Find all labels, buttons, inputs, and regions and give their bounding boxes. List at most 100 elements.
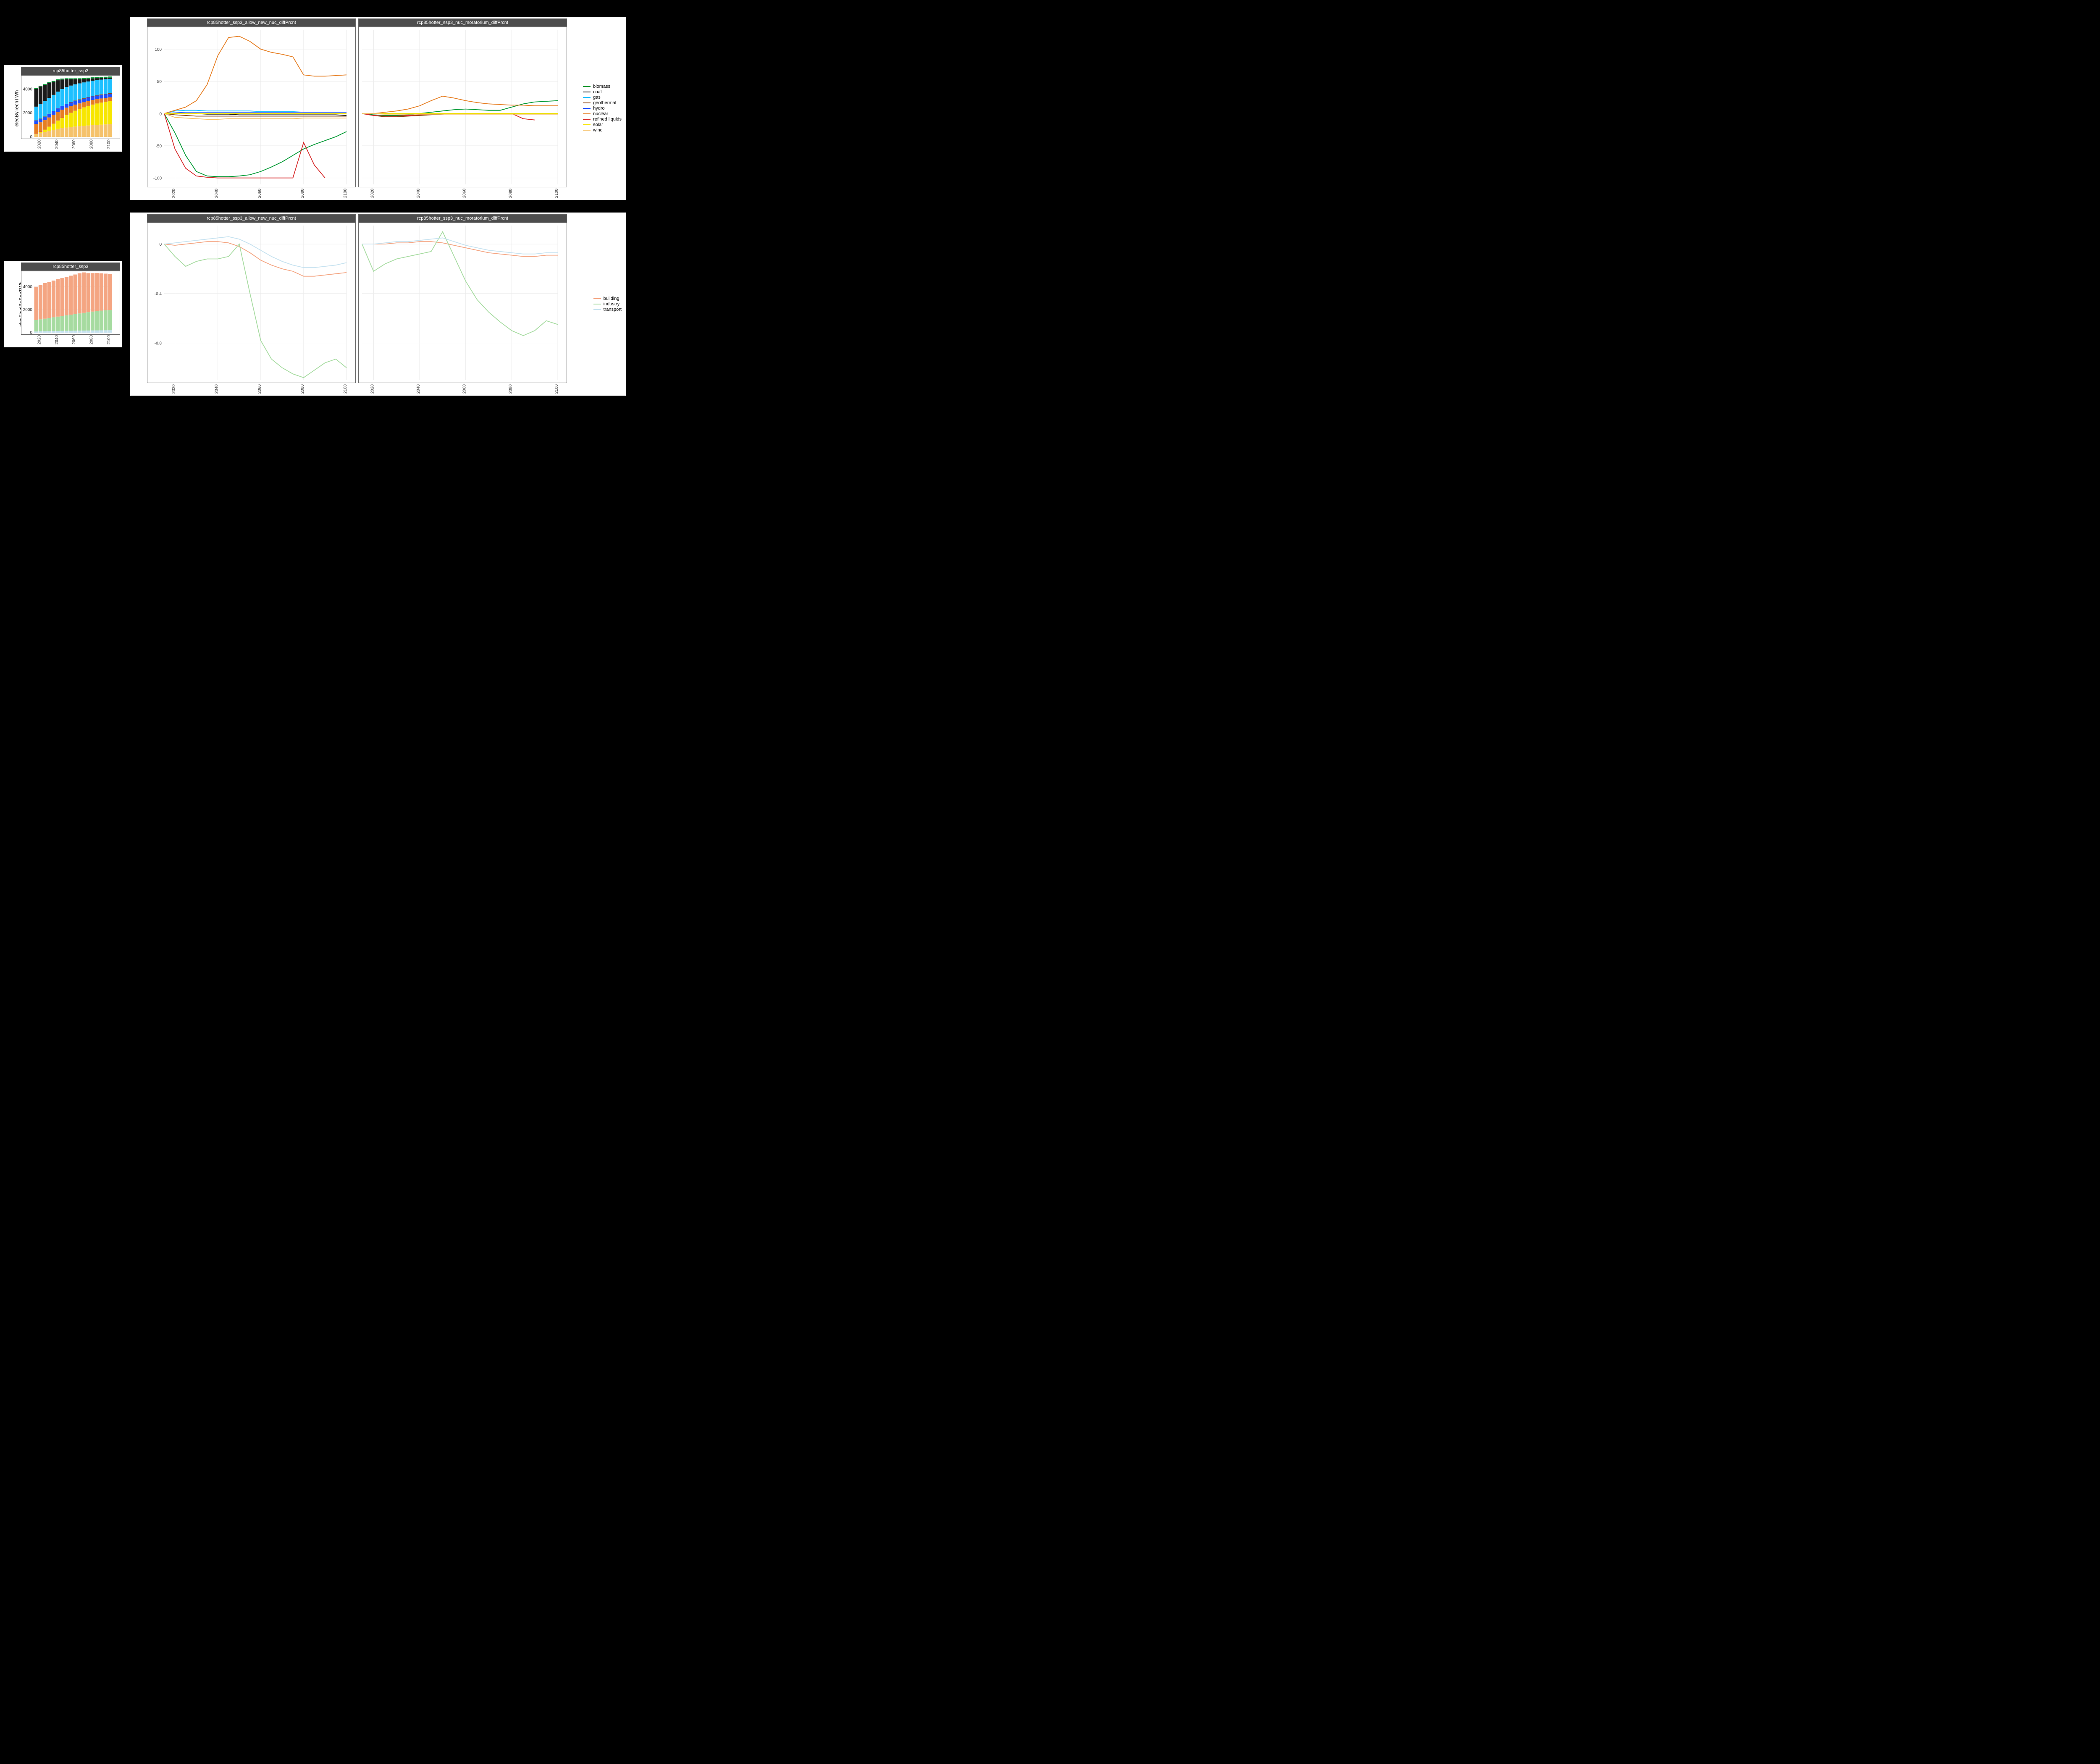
svg-text:2020: 2020 xyxy=(370,189,375,198)
bar-biomass xyxy=(108,76,112,78)
bar-coal xyxy=(69,79,73,86)
bar-building xyxy=(34,287,38,320)
bar-coal xyxy=(39,87,42,104)
bar-industry xyxy=(74,314,77,331)
bar-hydro xyxy=(100,95,103,99)
bar-refined liquids xyxy=(39,131,42,132)
legend-label: solar xyxy=(593,122,603,127)
bar-wind xyxy=(43,132,47,137)
bar-solar xyxy=(87,106,90,126)
bar-industry xyxy=(69,315,73,331)
legend-item-hydro: hydro xyxy=(583,106,622,111)
svg-text:2060: 2060 xyxy=(462,384,467,394)
bar-geothermal xyxy=(100,94,103,95)
svg-text:2100: 2100 xyxy=(107,139,111,149)
bar-industry xyxy=(56,317,60,331)
bar-gas xyxy=(78,83,81,99)
bar-solar xyxy=(52,123,55,130)
bar-hydro xyxy=(104,94,108,98)
bar-wind xyxy=(60,128,64,137)
bar-hydro xyxy=(69,102,73,106)
bar-building xyxy=(65,277,68,315)
svg-text:2100: 2100 xyxy=(343,384,348,394)
bar-building xyxy=(43,283,47,319)
bar-gas xyxy=(108,79,112,93)
bar-nuclear xyxy=(100,98,103,102)
svg-text:-0.8: -0.8 xyxy=(155,341,162,346)
bar-transport xyxy=(87,331,90,333)
bar-gas xyxy=(52,95,55,111)
bar-industry xyxy=(91,312,94,331)
legend-item-refined-liquids: refined liquids xyxy=(583,117,622,122)
bar-industry xyxy=(87,312,90,331)
bar-industry xyxy=(82,313,86,331)
bar-nuclear xyxy=(82,102,86,107)
bar-refined liquids xyxy=(56,120,60,121)
bar-coal xyxy=(65,79,68,87)
bar-nuclear xyxy=(78,103,81,109)
facet-strip: rcp85hotter_ssp3_allow_new_nuc_diffPrcnt xyxy=(147,18,356,27)
legend-item-solar: solar xyxy=(583,122,622,127)
bar-transport xyxy=(56,331,60,333)
svg-text:0: 0 xyxy=(159,112,162,116)
panel-nuc-moratorium: rcp85hotter_ssp3_nuc_moratorium_diffPrcn… xyxy=(358,18,567,187)
bar-transport xyxy=(60,331,64,333)
legend-item-coal: coal xyxy=(583,89,622,94)
bar-building xyxy=(87,273,90,312)
bar-wind xyxy=(82,126,86,137)
bar-nuclear xyxy=(43,120,47,129)
bar-solar xyxy=(39,132,42,133)
legend-label: refined liquids xyxy=(593,117,622,122)
bar-coal xyxy=(108,78,112,79)
bar-transport xyxy=(82,331,86,333)
bar-nuclear xyxy=(47,118,51,126)
bar-coal xyxy=(78,79,81,84)
bar-solar xyxy=(47,126,51,131)
bar-nuclear xyxy=(34,124,38,134)
bar-building xyxy=(95,273,99,311)
bar-biomass xyxy=(78,78,81,79)
svg-text:2060: 2060 xyxy=(72,139,76,149)
svg-text:0: 0 xyxy=(30,331,32,335)
bar-gas xyxy=(95,80,99,95)
bar-nuclear xyxy=(95,99,99,103)
bar-hydro xyxy=(91,97,94,100)
legend-item-building: building xyxy=(593,296,622,301)
bar-refined liquids xyxy=(60,117,64,118)
bar-wind xyxy=(74,126,77,137)
svg-text:2020: 2020 xyxy=(370,384,375,394)
svg-text:2060: 2060 xyxy=(462,189,467,198)
bar-industry xyxy=(47,318,51,331)
bar-solar xyxy=(56,121,60,129)
bar-gas xyxy=(91,81,94,96)
legend-item-gas: gas xyxy=(583,95,622,100)
bar-hydro xyxy=(39,119,42,122)
legend-label: gas xyxy=(593,95,601,100)
svg-text:2000: 2000 xyxy=(23,307,33,312)
bar-building xyxy=(74,275,77,314)
bar-gas xyxy=(34,107,38,121)
bar-coal xyxy=(56,80,60,92)
bar-building xyxy=(56,279,60,317)
bar-biomass xyxy=(95,77,99,79)
svg-text:2060: 2060 xyxy=(257,189,262,198)
svg-text:4000: 4000 xyxy=(23,285,33,289)
svg-text:2100: 2100 xyxy=(343,189,348,198)
bar-hydro xyxy=(52,111,55,115)
legend-label: coal xyxy=(593,89,601,94)
bar-transport xyxy=(52,331,55,333)
bar-solar xyxy=(74,111,77,127)
line-transport xyxy=(362,238,558,254)
bar-building xyxy=(78,273,81,314)
svg-text:2040: 2040 xyxy=(416,384,421,394)
panel-row: rcp85hotter_ssp3_allow_new_nuc_diffPrcnt… xyxy=(147,18,567,187)
bar-gas xyxy=(43,101,47,116)
svg-text:2060: 2060 xyxy=(257,384,262,394)
bar-transport xyxy=(95,331,99,333)
panel-nuc-moratorium: rcp85hotter_ssp3_nuc_moratorium_diffPrcn… xyxy=(358,214,567,383)
facet-strip: rcp85hotter_ssp3 xyxy=(21,67,120,75)
facet-strip: rcp85hotter_ssp3_nuc_moratorium_diffPrcn… xyxy=(358,214,567,223)
bar-industry xyxy=(95,311,99,330)
bar-wind xyxy=(69,127,73,137)
bar-wind xyxy=(87,126,90,137)
